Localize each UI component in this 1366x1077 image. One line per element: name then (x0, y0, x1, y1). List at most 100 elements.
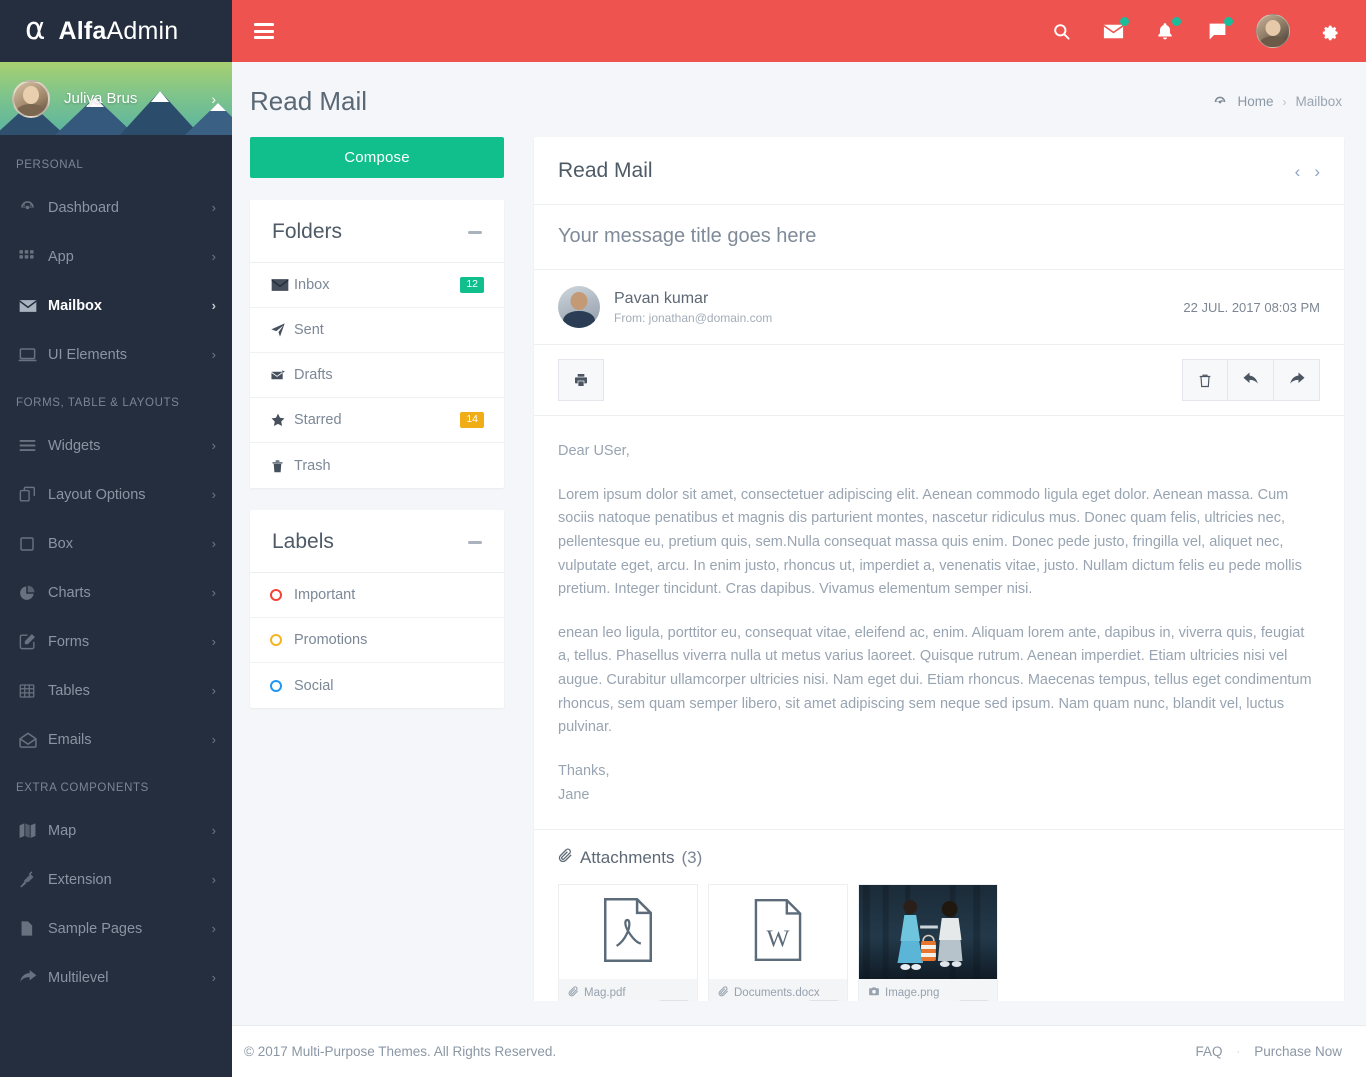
message-toolbar (534, 345, 1344, 416)
paperclip-icon (718, 986, 729, 1000)
sidebar-item-sample-pages[interactable]: Sample Pages › (0, 904, 232, 953)
mail-icon[interactable] (1100, 17, 1129, 44)
label-item-promotions[interactable]: Promotions (250, 618, 504, 663)
sidebar-navigation: PERSONAL Dashboard › App › Mailbox › UI Element… (0, 135, 232, 1077)
next-message-icon[interactable]: › (1314, 163, 1320, 180)
sidebar-item-tables[interactable]: Tables › (0, 666, 232, 715)
chat-icon[interactable] (1204, 17, 1233, 44)
message-sender-row: Pavan kumar From: jonathan@domain.com 22… (534, 270, 1344, 345)
paper-plane-icon (270, 322, 294, 338)
message-signoff: Thanks, Jane (558, 760, 1320, 807)
breadcrumb: Home › Mailbox (1212, 94, 1342, 110)
brand-name: AlfaAdmin (58, 17, 178, 46)
mail-reader: Read Mail ‹ › Your message title goes he… (534, 137, 1344, 1001)
forward-icon-button[interactable] (1274, 359, 1320, 401)
signoff-text: Thanks, (558, 762, 610, 779)
read-mail-card-header: Read Mail ‹ › (534, 137, 1344, 205)
brand-logo[interactable]: α AlfaAdmin (0, 0, 232, 62)
labels-panel: Labels Important Promotions Social (250, 510, 504, 708)
paperclip-icon (568, 986, 579, 1000)
previous-message-icon[interactable]: ‹ (1295, 163, 1301, 180)
message-pagination: ‹ › (1295, 163, 1320, 180)
sidebar-item-dashboard[interactable]: Dashboard › (0, 183, 232, 232)
message-body: Dear USer, Lorem ipsum dolor sit amet, c… (534, 416, 1344, 829)
footer-copyright: © 2017 Multi-Purpose Themes. All Rights … (244, 1044, 557, 1059)
sidebar-item-map[interactable]: Map › (0, 806, 232, 855)
sidebar-item-label: Dashboard (48, 199, 119, 216)
arrow-turn-icon (18, 968, 48, 988)
folder-item-sent[interactable]: Sent (250, 308, 504, 353)
dashboard-icon (18, 198, 48, 217)
message-paragraph-2: enean leo ligula, porttitor eu, consequa… (558, 624, 1312, 736)
footer-faq-link[interactable]: FAQ (1196, 1044, 1223, 1059)
attachment-download-button[interactable] (659, 1000, 689, 1001)
label-item-important[interactable]: Important (250, 573, 504, 618)
attachment-card[interactable]: Mag.pdf5,215 KB (558, 884, 698, 1001)
word-file-icon: W (751, 898, 805, 967)
folder-item-inbox[interactable]: Inbox 12 (250, 263, 504, 308)
sidebar-item-ui-elements[interactable]: UI Elements › (0, 330, 232, 379)
footer-separator: · (1236, 1045, 1241, 1058)
top-nav-actions (1048, 14, 1342, 48)
print-icon-button[interactable] (558, 359, 604, 401)
attachment-download-button[interactable] (959, 1000, 989, 1001)
labels-panel-header: Labels (250, 510, 504, 573)
folder-badge: 14 (460, 412, 484, 428)
folder-item-drafts[interactable]: Drafts (250, 353, 504, 398)
sidebar-item-emails[interactable]: Emails › (0, 715, 232, 764)
map-icon (18, 821, 48, 840)
label-color-dot-icon (270, 679, 294, 692)
sidebar-item-app[interactable]: App › (0, 232, 232, 281)
footer-links: FAQ · Purchase Now (1196, 1044, 1342, 1059)
file-icon (18, 919, 48, 938)
sidebar-item-forms[interactable]: Forms › (0, 617, 232, 666)
sidebar: Juliya Brus › PERSONAL Dashboard › App › Mail… (0, 62, 232, 1077)
sidebar-item-box[interactable]: Box › (0, 519, 232, 568)
sidebar-item-multilevel[interactable]: Multilevel › (0, 953, 232, 1002)
search-icon[interactable] (1048, 18, 1074, 44)
brand-name-light: Admin (106, 16, 179, 45)
sidebar-item-label: UI Elements (48, 346, 127, 363)
delete-icon-button[interactable] (1182, 359, 1228, 401)
reply-icon-button[interactable] (1228, 359, 1274, 401)
layers-icon (18, 485, 48, 504)
attachments-section: Attachments (3) Mag.pdf5,215 KB W Document… (534, 829, 1344, 1001)
user-avatar[interactable] (1256, 14, 1290, 48)
labels-collapse-icon[interactable] (468, 540, 482, 544)
label-item-social[interactable]: Social (250, 663, 504, 708)
sidebar-item-mailbox[interactable]: Mailbox › (0, 281, 232, 330)
attachment-card[interactable]: Image.png2.67 MB (858, 884, 998, 1001)
sender-name: Pavan kumar (614, 289, 709, 307)
folder-item-label: Inbox (294, 277, 330, 293)
main-content: Compose Folders Inbox 12 Sent Drafts Starred… (232, 137, 1366, 1001)
folders-panel-header: Folders (250, 200, 504, 263)
breadcrumb-home[interactable]: Home (1237, 94, 1273, 109)
gear-icon[interactable] (1316, 18, 1342, 44)
sidebar-item-charts[interactable]: Charts › (0, 568, 232, 617)
chevron-right-icon: › (211, 683, 216, 698)
folder-item-trash[interactable]: Trash (250, 443, 504, 488)
folder-badge: 12 (460, 277, 484, 293)
bell-icon[interactable] (1152, 17, 1181, 44)
sidebar-item-extension[interactable]: Extension › (0, 855, 232, 904)
attachments-label: Attachments (580, 848, 675, 868)
profile-chevron-right-icon[interactable]: › (211, 91, 216, 107)
sidebar-item-label: Forms (48, 633, 90, 650)
label-color-dot-icon (270, 589, 294, 601)
footer-purchase-link[interactable]: Purchase Now (1254, 1044, 1342, 1059)
attachment-name: Image.png (868, 986, 988, 1000)
signature-text: Jane (558, 786, 590, 803)
sidebar-profile[interactable]: Juliya Brus › (0, 62, 232, 135)
pie-chart-icon (18, 584, 48, 602)
attachment-download-button[interactable] (809, 1000, 839, 1001)
sidebar-item-widgets[interactable]: Widgets › (0, 421, 232, 470)
attachment-file-icon-wrap (559, 885, 697, 980)
folder-item-starred[interactable]: Starred 14 (250, 398, 504, 443)
menu-toggle-button[interactable] (254, 23, 274, 39)
sidebar-item-label: App (48, 248, 74, 265)
sidebar-item-layout-options[interactable]: Layout Options › (0, 470, 232, 519)
attachment-card[interactable]: W Documents.docx2,145 KB (708, 884, 848, 1001)
sidebar-item-label: Mailbox (48, 297, 102, 314)
compose-button[interactable]: Compose (250, 137, 504, 178)
folders-collapse-icon[interactable] (468, 230, 482, 234)
